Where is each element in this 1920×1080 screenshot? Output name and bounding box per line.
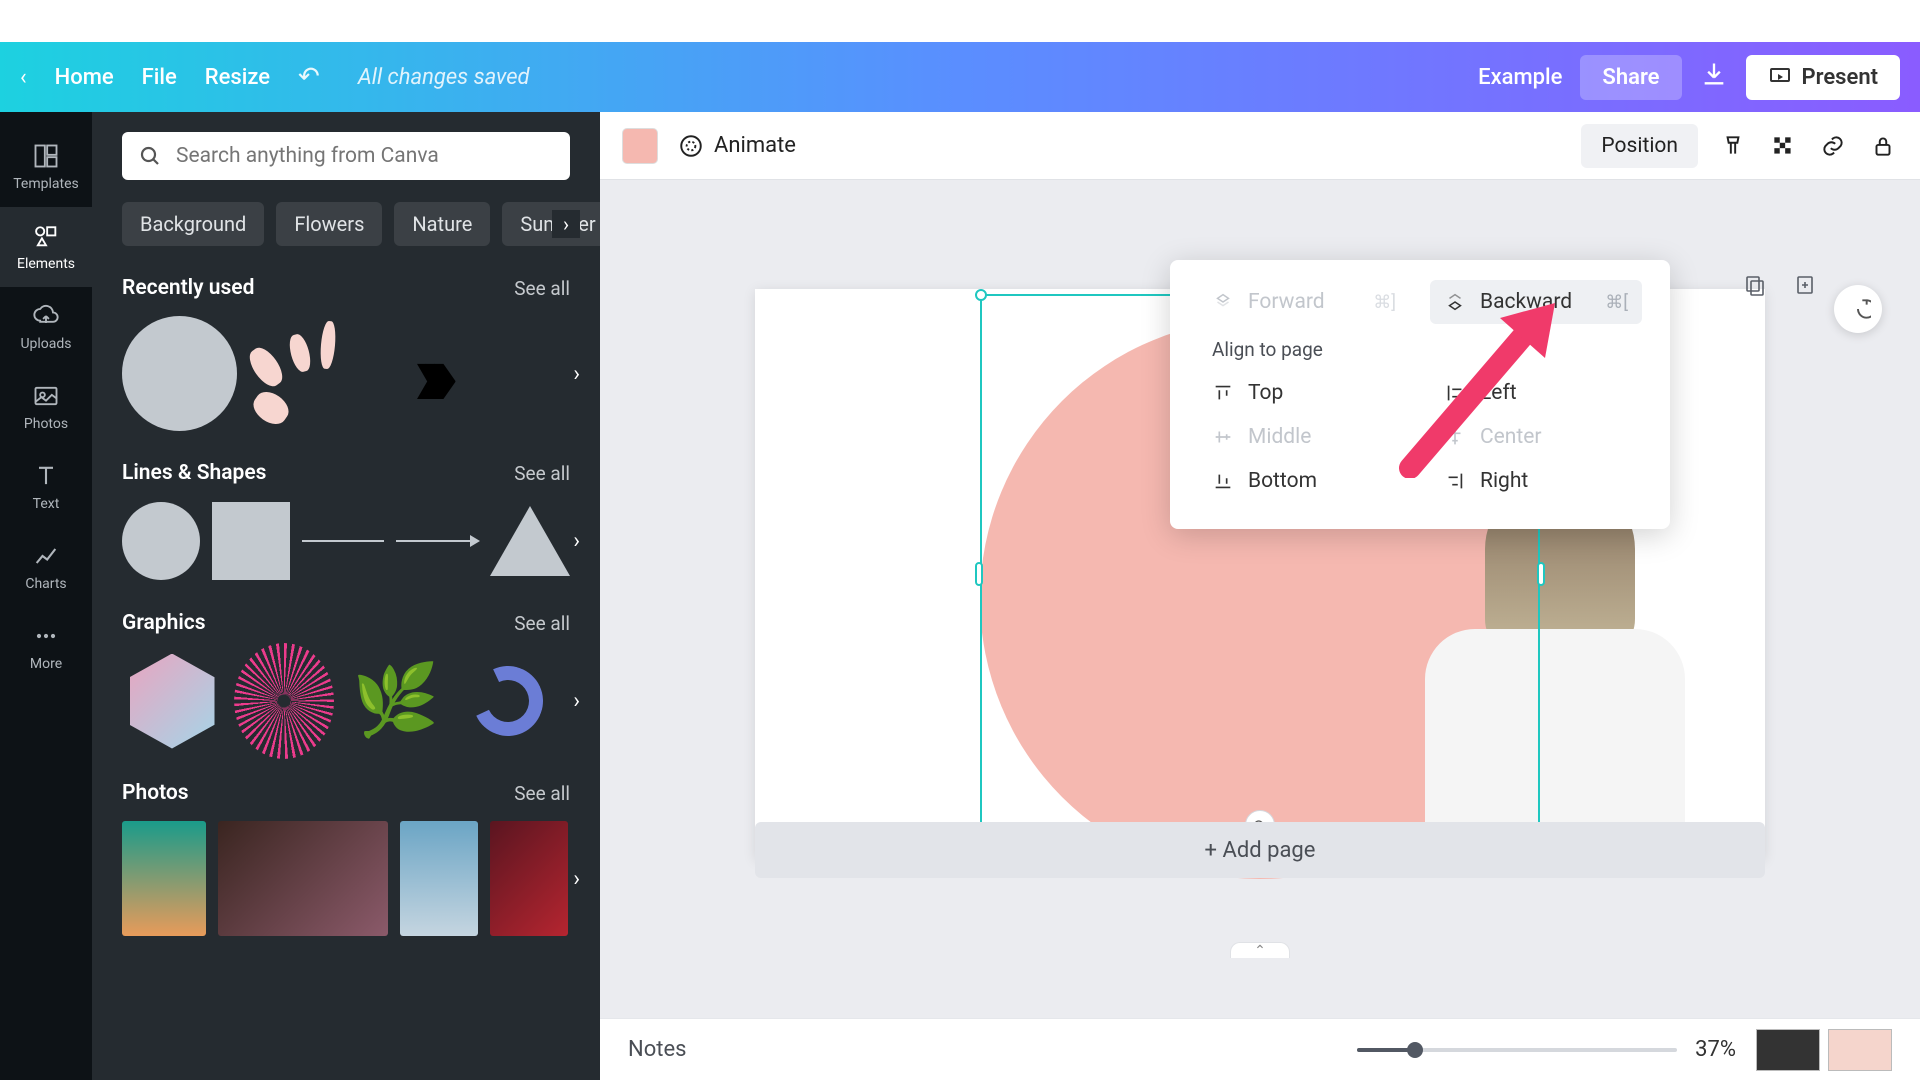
menu-backward[interactable]: Backward ⌘[	[1430, 280, 1642, 324]
zoom-value: 37%	[1695, 1037, 1736, 1062]
graphic-ring[interactable]	[458, 651, 558, 751]
shape-circle[interactable]	[122, 502, 200, 580]
present-label: Present	[1802, 65, 1879, 90]
chips-scroll-right-icon[interactable]: ›	[552, 210, 580, 238]
recent-scroll-right-icon[interactable]: ›	[573, 361, 580, 386]
search-icon	[138, 144, 162, 168]
align-center: Center	[1430, 415, 1642, 459]
thumbnail-2[interactable]	[1828, 1029, 1892, 1071]
zoom-knob[interactable]	[1407, 1042, 1423, 1058]
lines-see-all[interactable]: See all	[514, 462, 570, 485]
browser-chrome-spacer	[0, 0, 1920, 42]
thumbnail-1[interactable]	[1756, 1029, 1820, 1071]
rail-text[interactable]: Text	[0, 447, 92, 527]
graphic-isometric[interactable]	[122, 651, 222, 751]
shapes-scroll-right-icon[interactable]: ›	[573, 529, 580, 554]
section-recent-title: Recently used	[122, 276, 254, 300]
footer-bar: Notes 37%	[600, 1018, 1920, 1080]
shape-square[interactable]	[212, 502, 290, 580]
add-page-icon[interactable]	[1790, 270, 1820, 300]
elements-panel: Background Flowers Nature Summer › Recen…	[92, 112, 600, 1080]
page-tools	[1740, 270, 1820, 300]
photo-thumb-4[interactable]	[490, 821, 568, 936]
chip-flowers[interactable]: Flowers	[276, 202, 382, 246]
element-chevrons[interactable]: ›››	[361, 316, 511, 431]
search-box[interactable]	[122, 132, 570, 180]
canvas-area: Animate Position	[600, 112, 1920, 1080]
example-label[interactable]: Example	[1478, 65, 1562, 90]
save-status: All changes saved	[358, 65, 530, 90]
element-circle[interactable]	[122, 316, 237, 431]
present-button[interactable]: Present	[1746, 55, 1901, 100]
animate-button[interactable]: Animate	[678, 133, 796, 159]
element-leaves[interactable]	[249, 316, 349, 431]
home-menu[interactable]: Home	[55, 65, 114, 90]
canvas-stage[interactable]: ⟳ + Add page Forward ⌘] Backward ⌘[ Alig…	[600, 180, 1920, 1018]
copy-style-icon[interactable]	[1718, 131, 1748, 161]
rail-uploads[interactable]: Uploads	[0, 287, 92, 367]
menu-forward: Forward ⌘]	[1198, 280, 1410, 324]
photos-scroll-right-icon[interactable]: ›	[573, 866, 580, 891]
undo-icon[interactable]: ↶	[298, 62, 320, 92]
align-left[interactable]: Left	[1430, 371, 1642, 415]
graphic-starburst[interactable]	[234, 651, 334, 751]
shape-line[interactable]	[302, 540, 384, 542]
resize-handle-ml[interactable]	[975, 562, 983, 586]
rail-elements[interactable]: Elements	[0, 207, 92, 287]
recent-see-all[interactable]: See all	[514, 277, 570, 300]
resize-handle-tl[interactable]	[975, 289, 987, 301]
side-rail: Templates Elements Uploads Photos Text C…	[0, 112, 92, 1080]
resize-handle-mr[interactable]	[1537, 562, 1545, 586]
section-lines-title: Lines & Shapes	[122, 461, 266, 485]
position-menu: Forward ⌘] Backward ⌘[ Align to page Top	[1170, 260, 1670, 529]
chip-nature[interactable]: Nature	[394, 202, 490, 246]
app-menubar: ‹ Home File Resize ↶ All changes saved E…	[0, 42, 1920, 112]
link-icon[interactable]	[1818, 131, 1848, 161]
transparency-icon[interactable]	[1768, 131, 1798, 161]
add-page-button[interactable]: + Add page	[755, 822, 1765, 878]
photo-thumb-2[interactable]	[218, 821, 388, 936]
align-bottom[interactable]: Bottom	[1198, 459, 1410, 503]
align-to-page-label: Align to page	[1212, 338, 1642, 361]
photo-thumb-1[interactable]	[122, 821, 206, 936]
rail-photos[interactable]: Photos	[0, 367, 92, 447]
chip-background[interactable]: Background	[122, 202, 264, 246]
search-input[interactable]	[176, 144, 554, 168]
graphics-scroll-right-icon[interactable]: ›	[573, 689, 580, 714]
suggestions-fab[interactable]	[1834, 285, 1882, 333]
file-menu[interactable]: File	[142, 65, 177, 90]
bottom-collapse-handle[interactable]: ⌃	[1230, 942, 1290, 958]
resize-menu[interactable]: Resize	[205, 65, 270, 90]
graphic-plant[interactable]: 🌿	[346, 651, 446, 751]
shape-triangle[interactable]	[490, 506, 570, 576]
notes-button[interactable]: Notes	[628, 1037, 686, 1062]
zoom-slider[interactable]	[1357, 1048, 1677, 1052]
graphics-see-all[interactable]: See all	[514, 612, 570, 635]
align-middle: Middle	[1198, 415, 1410, 459]
lock-icon[interactable]	[1868, 131, 1898, 161]
download-icon[interactable]	[1700, 60, 1728, 95]
position-button[interactable]: Position	[1581, 124, 1698, 168]
align-top[interactable]: Top	[1198, 371, 1410, 415]
rail-templates[interactable]: Templates	[0, 127, 92, 207]
photo-thumb-3[interactable]	[400, 821, 478, 936]
back-chevron-icon[interactable]: ‹	[20, 65, 27, 90]
duplicate-page-icon[interactable]	[1740, 270, 1770, 300]
shape-arrow[interactable]	[396, 540, 478, 542]
rail-more[interactable]: More	[0, 607, 92, 687]
section-graphics-title: Graphics	[122, 611, 206, 635]
context-toolbar: Animate Position	[600, 112, 1920, 180]
rail-charts[interactable]: Charts	[0, 527, 92, 607]
align-right[interactable]: Right	[1430, 459, 1642, 503]
section-photos-title: Photos	[122, 781, 189, 805]
share-button[interactable]: Share	[1580, 55, 1681, 100]
photos-see-all[interactable]: See all	[514, 782, 570, 805]
color-swatch[interactable]	[622, 128, 658, 164]
